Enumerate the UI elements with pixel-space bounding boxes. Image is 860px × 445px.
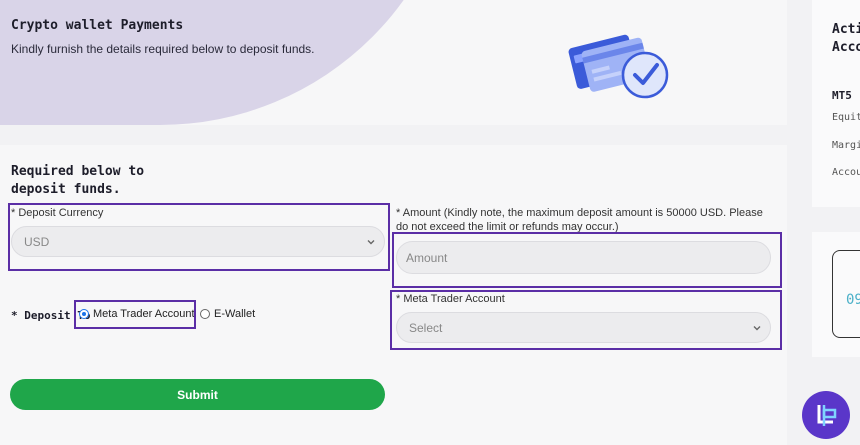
form-heading: Required below to deposit funds. (11, 164, 145, 197)
payment-header-card: Crypto wallet Payments Kindly furnish th… (0, 0, 787, 125)
radio-e-wallet-label: E-Wallet (214, 308, 256, 320)
amount-label: * Amount (Kindly note, the maximum depos… (396, 207, 763, 233)
margin-label: Margi (832, 140, 860, 151)
mt5-label: MT5 . (832, 89, 860, 102)
page-title: Crypto wallet Payments (11, 18, 184, 33)
radio-e-wallet[interactable]: E-Wallet (200, 308, 255, 320)
credit-card-check-icon (568, 34, 669, 99)
amount-highlight (392, 232, 782, 288)
account-label: Accou (832, 167, 860, 178)
meta-trader-account-highlight (390, 290, 782, 350)
deposit-currency-highlight (8, 203, 390, 271)
page-subtitle: Kindly furnish the details required belo… (11, 42, 315, 56)
brand-logo-icon[interactable] (802, 391, 850, 439)
active-account-panel: Acti Acco MT5 . Equit Margi Accou (812, 0, 860, 207)
meta-trader-radio-highlight (74, 300, 196, 329)
panel-title-line2: Acco (832, 40, 860, 55)
account-number-panel: 09 (812, 232, 860, 357)
equity-label: Equit (832, 112, 860, 123)
account-number: 09 (846, 292, 860, 308)
radio-unchecked-icon[interactable] (200, 309, 210, 319)
submit-button[interactable]: Submit (10, 379, 385, 410)
panel-title-line1: Acti (832, 22, 860, 37)
deposit-form-card: Required below to deposit funds. * Depos… (0, 145, 787, 445)
logo-mark-icon (817, 405, 837, 426)
